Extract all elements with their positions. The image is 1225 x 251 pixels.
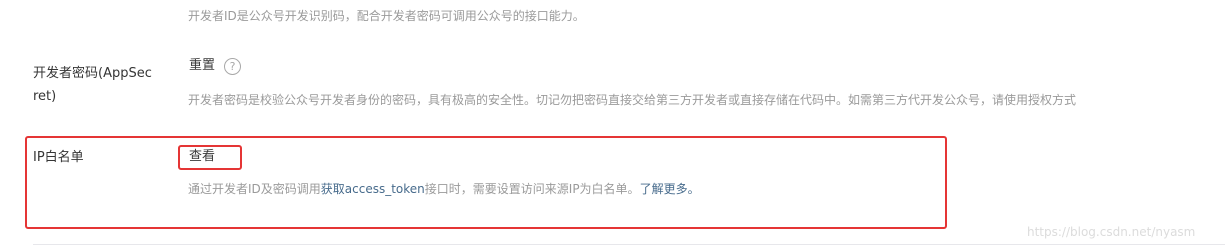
appid-description: 开发者ID是公众号开发识别码，配合开发者密码可调用公众号的接口能力。 (188, 9, 585, 23)
appsecret-label: 开发者密码(AppSec ret) (33, 62, 193, 108)
reset-button[interactable]: 重置 (189, 58, 215, 74)
appsecret-label-line2: ret) (33, 89, 57, 104)
description-prefix: 通过开发者ID及密码调用 (188, 182, 321, 196)
appsecret-label-line1: 开发者密码(AppSec (33, 66, 152, 81)
appsecret-description: 开发者密码是校验公众号开发者身份的密码，具有极高的安全性。切记勿把密码直接交给第… (188, 93, 1077, 107)
access-token-link[interactable]: 获取access_token (321, 182, 425, 196)
help-icon[interactable]: ? (224, 58, 241, 75)
ip-whitelist-description: 通过开发者ID及密码调用获取access_token接口时，需要设置访问来源IP… (188, 182, 700, 196)
view-button[interactable]: 查看 (189, 149, 215, 165)
learn-more-link[interactable]: 了解更多。 (640, 182, 700, 196)
section-divider (33, 244, 1225, 245)
watermark: https://blog.csdn.net/nyasm (1027, 225, 1196, 239)
ip-whitelist-label: IP白名单 (33, 150, 84, 165)
description-suffix: 接口时，需要设置访问来源IP为白名单。 (424, 182, 640, 196)
